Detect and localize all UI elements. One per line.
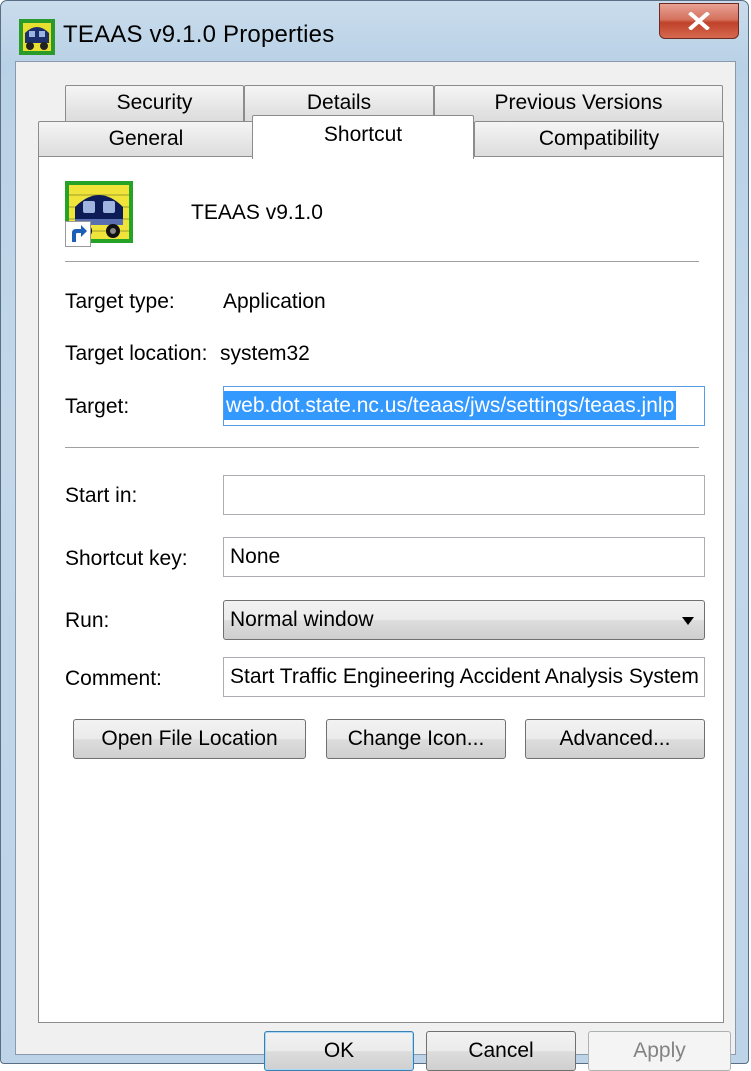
shortcut-arrow-icon bbox=[65, 221, 91, 247]
run-label: Run: bbox=[65, 609, 110, 632]
target-text: web.dot.state.nc.us/teaas/jws/settings/t… bbox=[224, 391, 677, 420]
cancel-button[interactable]: Cancel bbox=[426, 1031, 576, 1071]
target-label: Target: bbox=[65, 395, 130, 418]
tab-security[interactable]: Security bbox=[65, 85, 244, 121]
change-icon-button[interactable]: Change Icon... bbox=[326, 719, 506, 759]
target-location-value: system32 bbox=[220, 342, 310, 365]
start-in-input[interactable] bbox=[223, 475, 705, 515]
close-button[interactable] bbox=[659, 3, 739, 39]
close-icon bbox=[688, 12, 710, 30]
tab-shortcut[interactable]: Shortcut bbox=[252, 115, 474, 159]
separator-top bbox=[65, 261, 699, 263]
tab-previous-versions[interactable]: Previous Versions bbox=[434, 85, 723, 121]
app-title-icon bbox=[19, 19, 55, 55]
shortcut-name: TEAAS v9.1.0 bbox=[191, 201, 323, 224]
properties-window: TEAAS v9.1.0 Properties Security Details… bbox=[0, 0, 749, 1071]
run-select-value: Normal window bbox=[230, 608, 374, 631]
apply-button[interactable]: Apply bbox=[588, 1031, 731, 1071]
target-location-label: Target location: bbox=[65, 342, 208, 365]
open-file-location-button[interactable]: Open File Location bbox=[73, 719, 306, 759]
shortcut-key-label: Shortcut key: bbox=[65, 547, 188, 570]
window-title: TEAAS v9.1.0 Properties bbox=[63, 21, 335, 48]
advanced-button[interactable]: Advanced... bbox=[525, 719, 705, 759]
chevron-down-icon bbox=[682, 617, 694, 625]
start-in-label: Start in: bbox=[65, 484, 138, 507]
tab-compatibility[interactable]: Compatibility bbox=[474, 121, 724, 157]
target-type-value: Application bbox=[223, 290, 326, 313]
tab-general[interactable]: General bbox=[38, 121, 254, 157]
ok-button[interactable]: OK bbox=[264, 1031, 414, 1071]
shortcut-key-input[interactable]: None bbox=[223, 537, 705, 577]
separator-middle bbox=[65, 447, 699, 449]
comment-input[interactable]: Start Traffic Engineering Accident Analy… bbox=[223, 657, 705, 697]
target-type-label: Target type: bbox=[65, 290, 175, 313]
target-input[interactable]: web.dot.state.nc.us/teaas/jws/settings/t… bbox=[223, 386, 705, 426]
shortcut-key-text: None bbox=[230, 545, 281, 568]
shortcut-tab-panel bbox=[38, 156, 724, 1023]
comment-label: Comment: bbox=[65, 667, 162, 690]
comment-text: Start Traffic Engineering Accident Analy… bbox=[230, 665, 699, 688]
run-select[interactable]: Normal window bbox=[223, 600, 705, 640]
